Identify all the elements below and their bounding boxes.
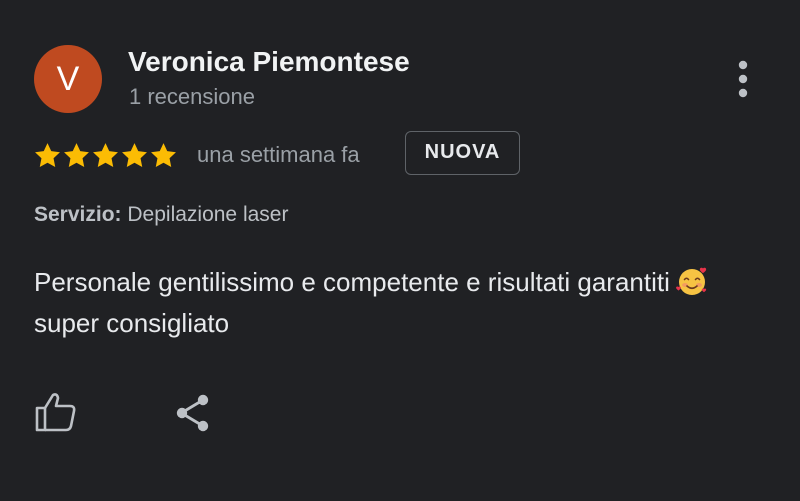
service-label: Servizio: bbox=[34, 203, 122, 226]
new-badge: NUOVA bbox=[405, 131, 520, 175]
service-value: Depilazione laser bbox=[127, 203, 289, 226]
like-button[interactable] bbox=[34, 391, 78, 433]
more-vert-icon bbox=[738, 60, 748, 98]
more-options-button[interactable] bbox=[724, 58, 762, 102]
review-date: una settimana fa bbox=[197, 142, 360, 167]
thumb-up-icon bbox=[35, 393, 76, 432]
reviewer-name[interactable]: Veronica Piemontese bbox=[128, 46, 410, 78]
share-icon bbox=[176, 394, 209, 432]
star-icon bbox=[122, 142, 147, 167]
review-text-part-2: super consigliato bbox=[34, 308, 230, 338]
service-info: Servizio: Depilazione laser bbox=[34, 203, 288, 227]
review-count: 1 recensione bbox=[129, 84, 255, 109]
star-icon bbox=[35, 142, 60, 167]
share-button[interactable] bbox=[172, 393, 214, 433]
review-text-part-1: Personale gentilissimo e competente e ri… bbox=[34, 267, 670, 297]
review-text: Personale gentilissimo e competente e ri… bbox=[34, 262, 754, 344]
star-icon bbox=[64, 142, 89, 167]
star-icon bbox=[93, 142, 118, 167]
smiling-face-with-hearts-icon bbox=[675, 267, 707, 295]
star-icon bbox=[151, 142, 176, 167]
star-rating bbox=[33, 139, 178, 171]
avatar[interactable]: V bbox=[34, 45, 102, 113]
